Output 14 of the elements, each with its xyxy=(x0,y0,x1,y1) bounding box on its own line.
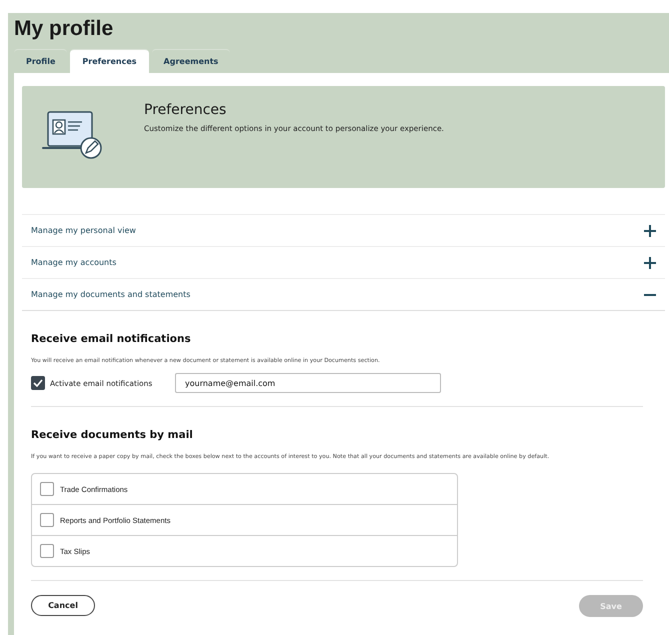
section-heading: Receive email notifications xyxy=(31,333,192,345)
email-field[interactable]: yourname@email.com xyxy=(175,373,441,393)
checkbox[interactable] xyxy=(31,376,45,390)
accordion-header[interactable]: Manage my accounts xyxy=(22,246,665,278)
banner-title: Preferences xyxy=(144,102,228,118)
accordion-header[interactable]: Manage my personal view xyxy=(22,214,665,246)
page-title: My profile xyxy=(14,17,114,41)
section-heading: Receive documents by mail xyxy=(31,429,194,441)
tab[interactable]: Preferences xyxy=(70,49,149,73)
cancel-button[interactable]: Cancel xyxy=(31,595,95,616)
checkbox[interactable] xyxy=(40,544,54,558)
checkbox[interactable] xyxy=(40,482,54,496)
checkbox[interactable] xyxy=(40,513,54,527)
accordion-header[interactable]: Manage my documents and statements xyxy=(22,278,665,311)
